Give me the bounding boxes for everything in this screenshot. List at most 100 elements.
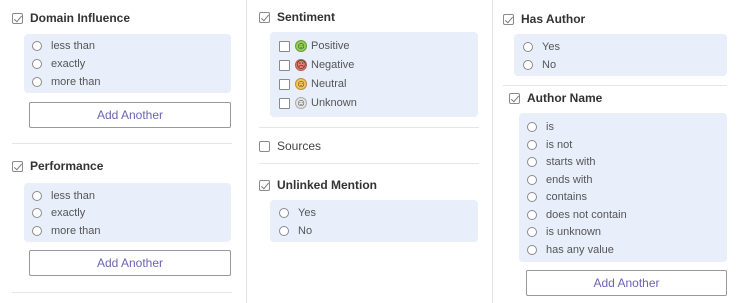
radio-button[interactable] [32,226,42,236]
domain-influence-options-panel: less than exactly more than [24,34,231,93]
author-name-label: Author Name [527,91,603,105]
performance-checkbox[interactable] [12,160,23,172]
option-label: ends with [546,174,593,186]
option-label: No [542,59,557,71]
author-name-option-starts-with[interactable]: starts with [527,156,596,168]
radio-button[interactable] [527,192,537,202]
author-name-checkbox[interactable] [509,92,520,104]
has-author-label: Has Author [521,12,586,26]
option-label: is not [546,139,573,151]
has-author-option-no[interactable]: No [523,59,556,71]
performance-option-less-than[interactable]: less than [32,190,95,202]
section-divider [259,163,479,164]
author-name-option-is[interactable]: is [527,121,554,133]
option-label: Positive [311,40,350,52]
has-author-options-panel: Yes No [514,34,727,76]
has-author-option-yes[interactable]: Yes [523,41,560,53]
radio-button[interactable] [279,226,289,236]
radio-button[interactable] [527,227,537,237]
smiley-negative-icon: ☹ [295,59,307,71]
author-name-filter[interactable]: Author Name [509,91,602,105]
performance-add-another-button[interactable]: Add Another [29,250,231,276]
section-divider [503,85,727,86]
option-label: less than [51,190,96,202]
has-author-checkbox[interactable] [503,13,514,25]
author-name-option-contains[interactable]: contains [527,191,587,203]
performance-options-panel: less than exactly more than [24,183,231,242]
option-label: Yes [298,207,316,219]
radio-button[interactable] [32,77,42,87]
radio-button[interactable] [523,42,533,52]
author-name-add-another-button[interactable]: Add Another [526,270,727,296]
radio-button[interactable] [527,175,537,185]
radio-button[interactable] [279,208,289,218]
sentiment-option-neutral[interactable]: ☺ Neutral [279,78,346,90]
domain-influence-checkbox[interactable] [12,12,23,24]
radio-button[interactable] [527,210,537,220]
performance-option-exactly[interactable]: exactly [32,207,85,219]
has-author-filter[interactable]: Has Author [503,12,585,26]
section-divider [259,127,479,128]
domain-influence-add-another-button[interactable]: Add Another [29,102,231,128]
section-divider [12,292,232,293]
option-label: No [298,225,313,237]
checkbox[interactable] [279,59,290,71]
unlinked-mention-options-panel: Yes No [270,200,478,242]
domain-influence-option-more-than[interactable]: more than [32,76,101,88]
column-3: Has Author Yes No Author Name is is not … [493,0,745,303]
sentiment-option-positive[interactable]: ☺ Positive [279,40,350,52]
checkbox[interactable] [279,78,290,90]
radio-button[interactable] [527,245,537,255]
unlinked-mention-option-no[interactable]: No [279,225,312,237]
option-label: starts with [546,156,596,168]
sentiment-checkbox[interactable] [259,11,270,23]
option-label: more than [51,225,101,237]
author-name-option-is-unknown[interactable]: is unknown [527,226,601,238]
unlinked-mention-checkbox[interactable] [259,179,270,191]
smiley-positive-icon: ☺ [295,40,307,52]
sources-checkbox[interactable] [259,140,270,152]
radio-button[interactable] [527,157,537,167]
option-label: more than [51,76,101,88]
performance-option-more-than[interactable]: more than [32,225,101,237]
radio-button[interactable] [523,60,533,70]
option-label: exactly [51,58,86,70]
sentiment-filter[interactable]: Sentiment [259,10,335,24]
column-2: Sentiment ☺ Positive ☹ Negative ☺ Neutra… [247,0,492,303]
option-label: does not contain [546,209,627,221]
radio-button[interactable] [32,41,42,51]
sources-filter[interactable]: Sources [259,139,321,153]
radio-button[interactable] [527,140,537,150]
radio-button[interactable] [32,59,42,69]
sources-label: Sources [277,139,322,153]
author-name-option-is-not[interactable]: is not [527,139,572,151]
author-name-option-ends-with[interactable]: ends with [527,174,592,186]
domain-influence-filter[interactable]: Domain Influence [12,11,130,25]
performance-filter[interactable]: Performance [12,159,103,173]
radio-button[interactable] [527,122,537,132]
smiley-neutral-icon: ☺ [295,78,307,90]
sentiment-options-panel: ☺ Positive ☹ Negative ☺ Neutral ☺ Unknow… [270,32,478,117]
domain-influence-label: Domain Influence [30,11,131,25]
domain-influence-option-less-than[interactable]: less than [32,40,95,52]
radio-button[interactable] [32,191,42,201]
unlinked-mention-option-yes[interactable]: Yes [279,207,316,219]
unlinked-mention-label: Unlinked Mention [277,178,377,192]
column-1: Domain Influence less than exactly more … [0,0,246,303]
sentiment-label: Sentiment [277,10,336,24]
section-divider [12,143,232,144]
option-label: Negative [311,59,355,71]
domain-influence-option-exactly[interactable]: exactly [32,58,85,70]
sentiment-option-unknown[interactable]: ☺ Unknown [279,97,357,109]
performance-label: Performance [30,159,104,173]
checkbox[interactable] [279,40,290,52]
option-label: exactly [51,207,86,219]
unlinked-mention-filter[interactable]: Unlinked Mention [259,178,377,192]
checkbox[interactable] [279,97,290,109]
author-name-option-does-not-contain[interactable]: does not contain [527,209,627,221]
radio-button[interactable] [32,208,42,218]
author-name-options-panel: is is not starts with ends with contains… [519,113,727,262]
author-name-option-has-any-value[interactable]: has any value [527,244,614,256]
sentiment-option-negative[interactable]: ☹ Negative [279,59,354,71]
option-label: Yes [542,41,560,53]
